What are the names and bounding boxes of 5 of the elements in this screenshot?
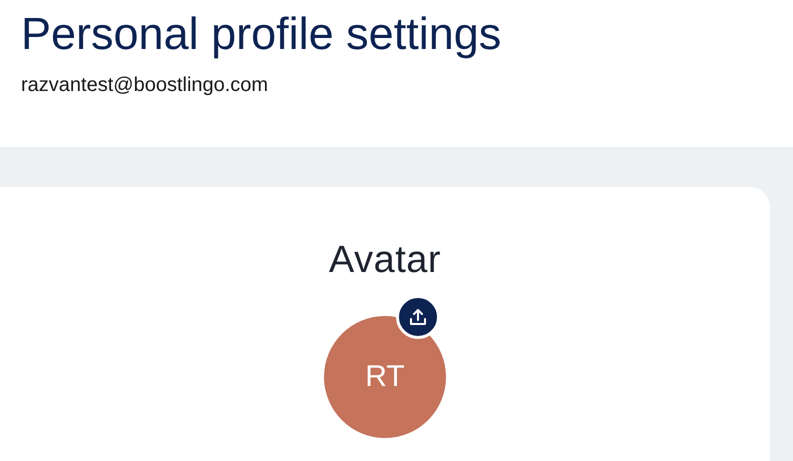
email-text: razvantest@boostlingo.com	[21, 74, 268, 97]
upload-icon	[409, 308, 427, 326]
section-heading: Avatar	[328, 238, 442, 283]
page-title: Personal profile settings	[21, 8, 502, 60]
avatar: RT	[324, 316, 446, 438]
